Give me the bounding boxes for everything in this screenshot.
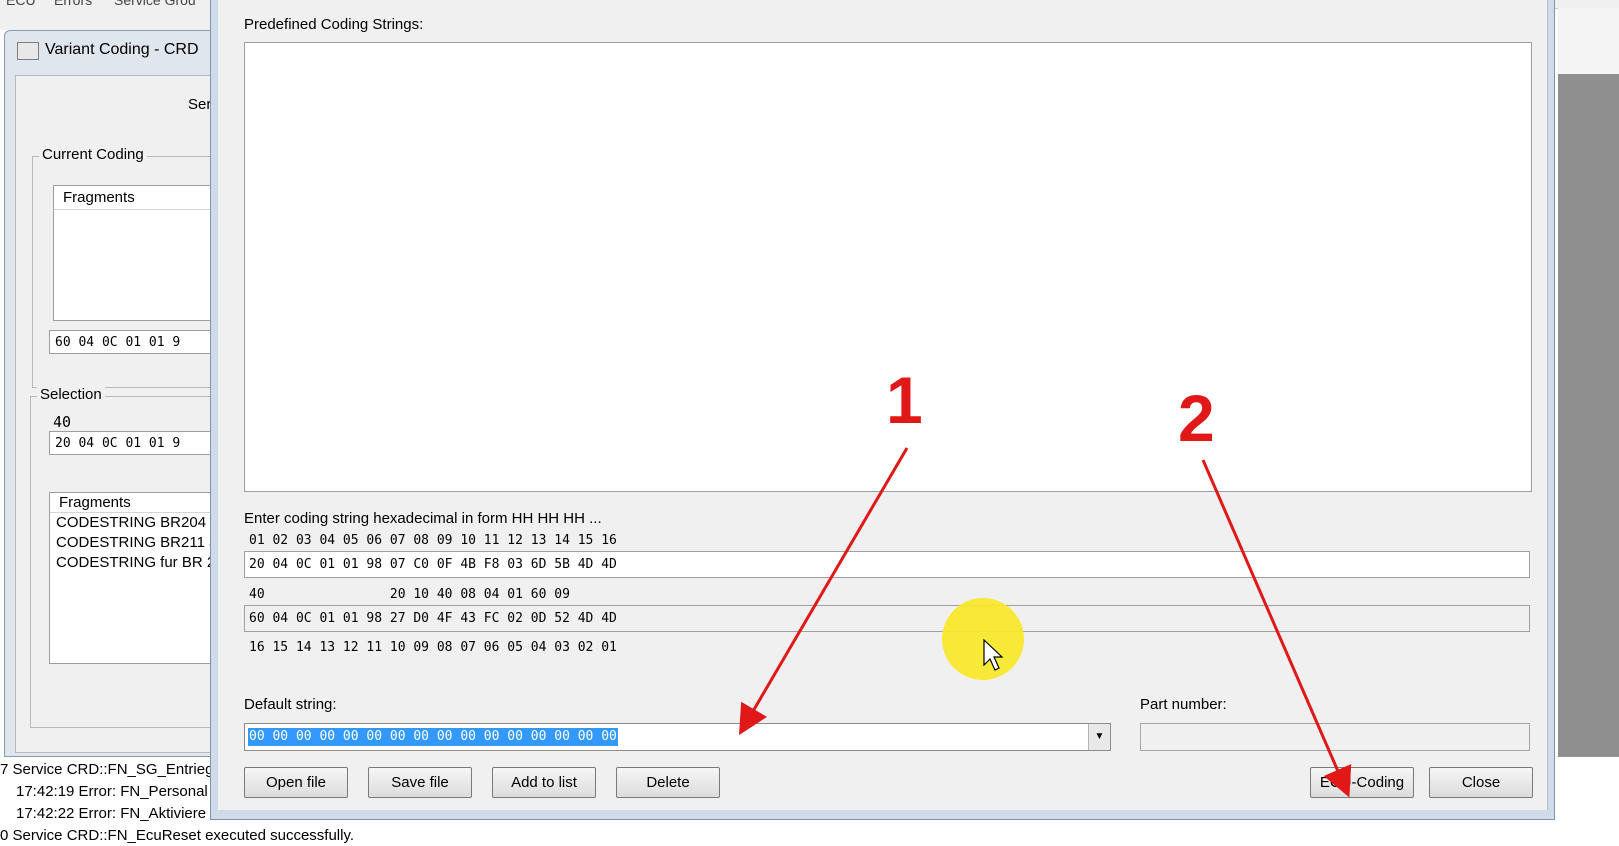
ecu-coding-button[interactable]: ECU-Coding xyxy=(1310,767,1414,798)
selection-fragments-list[interactable]: Fragments CODESTRING BR204 CODESTRING BR… xyxy=(49,492,233,664)
menu-item-service-group[interactable]: Service Grou xyxy=(114,0,196,8)
coding-dialog-client: Predefined Coding Strings: Enter coding … xyxy=(218,0,1548,810)
app-right-panel xyxy=(1558,74,1619,757)
byte-index-row: 01 02 03 04 05 06 07 08 09 10 11 12 13 1… xyxy=(249,533,617,548)
app-toolbar xyxy=(0,8,220,30)
coding-dialog: Predefined Coding Strings: Enter coding … xyxy=(210,0,1555,820)
log-line: 0 Service CRD::FN_EcuReset executed succ… xyxy=(0,827,355,844)
selection-label: Selection xyxy=(37,386,105,403)
current-coding-group: Current Coding Fragments 60 04 0C 01 01 … xyxy=(32,146,235,388)
predefined-strings-label: Predefined Coding Strings: xyxy=(244,16,424,33)
close-button[interactable]: Close xyxy=(1429,767,1533,798)
menu-item-ecu[interactable]: ECU xyxy=(6,0,36,8)
chevron-down-icon[interactable]: ▼ xyxy=(1088,724,1110,750)
app-right-toolbar xyxy=(1558,8,1619,75)
current-coding-value[interactable]: 60 04 0C 01 01 9 xyxy=(49,330,233,354)
new-coding-string-input[interactable]: 20 04 0C 01 01 98 07 C0 0F 4B F8 03 6D 5… xyxy=(244,551,1530,578)
save-file-button[interactable]: Save file xyxy=(368,767,472,798)
menu-item-errors[interactable]: Errors xyxy=(54,0,92,8)
log-line: 7 Service CRD::FN_SG_Entrieg xyxy=(0,761,214,778)
list-item[interactable]: CODESTRING BR211 a xyxy=(56,534,217,551)
diff-row: 40 20 10 40 08 04 01 60 09 xyxy=(249,587,570,602)
fragments-column-header[interactable]: Fragments xyxy=(50,493,232,513)
delete-button[interactable]: Delete xyxy=(616,767,720,798)
current-coding-label: Current Coding xyxy=(39,146,147,163)
part-number-label: Part number: xyxy=(1140,696,1227,713)
window-icon xyxy=(17,42,39,60)
add-to-list-button[interactable]: Add to list xyxy=(492,767,596,798)
selection-group: Selection 40 20 04 0C 01 01 9 Fragments … xyxy=(30,386,234,728)
default-string-value[interactable]: 00 00 00 00 00 00 00 00 00 00 00 00 00 0… xyxy=(248,728,618,746)
part-number-field[interactable] xyxy=(1140,723,1530,751)
predefined-strings-list[interactable] xyxy=(244,42,1532,492)
list-item[interactable]: CODESTRING fur BR 2 xyxy=(56,554,215,571)
fragments-column-header[interactable]: Fragments xyxy=(54,186,234,210)
default-string-combobox[interactable]: 00 00 00 00 00 00 00 00 00 00 00 00 00 0… xyxy=(244,723,1111,751)
default-string-label: Default string: xyxy=(244,696,337,713)
current-fragments-list[interactable]: Fragments xyxy=(53,185,235,321)
variant-coding-dialog: Variant Coding - CRD Serv Current Coding… xyxy=(4,30,236,757)
variant-dialog-title: Variant Coding - CRD xyxy=(45,41,199,58)
variant-dialog-client: Serv Current Coding Fragments 60 04 0C 0… xyxy=(15,75,235,753)
log-line: 17:42:19 Error: FN_Personal xyxy=(16,783,208,800)
current-coding-string-field: 60 04 0C 01 01 98 27 D0 4F 43 FC 02 0D 5… xyxy=(244,605,1530,632)
log-line: 17:42:22 Error: FN_Aktiviere xyxy=(16,805,207,822)
hex-hint-label: Enter coding string hexadecimal in form … xyxy=(244,510,602,527)
list-item[interactable]: CODESTRING BR204 xyxy=(56,514,206,531)
selection-offset: 40 xyxy=(53,413,72,431)
selection-coding-value[interactable]: 20 04 0C 01 01 9 xyxy=(49,431,231,455)
byte-index-row-reverse: 16 15 14 13 12 11 10 09 08 07 06 05 04 0… xyxy=(249,640,617,655)
open-file-button[interactable]: Open file xyxy=(244,767,348,798)
